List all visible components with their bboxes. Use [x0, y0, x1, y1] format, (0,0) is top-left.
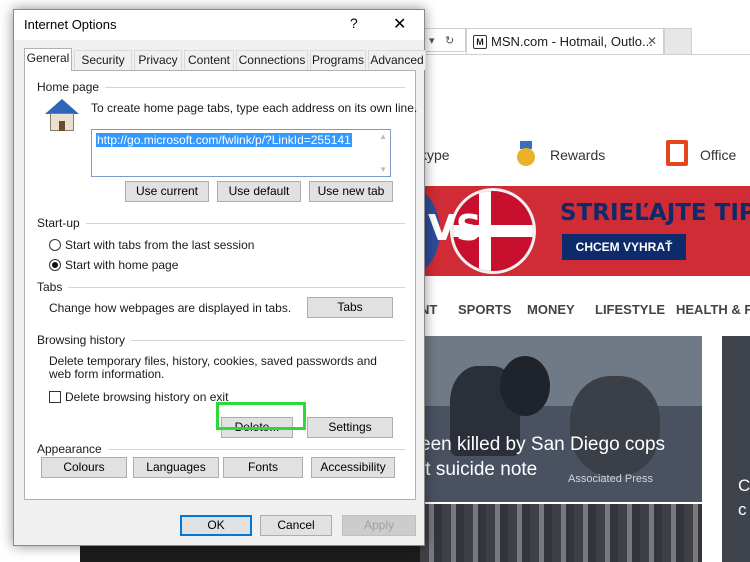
- accessibility-button[interactable]: Accessibility: [311, 457, 395, 478]
- delete-button-highlight: [216, 402, 306, 430]
- browser-tab-msn[interactable]: M MSN.com - Hotmail, Outlo... ✕: [466, 28, 664, 54]
- delete-history-on-exit-label[interactable]: Delete browsing history on exit: [65, 390, 228, 404]
- browsing-history-label: Browsing history: [37, 333, 132, 347]
- general-tab-panel: Home page To create home page tabs, type…: [24, 70, 418, 500]
- nav-item-money[interactable]: MONEY: [527, 302, 575, 317]
- apply-button[interactable]: Apply: [342, 515, 416, 536]
- use-current-button[interactable]: Use current: [125, 181, 209, 202]
- toolbar-divider: [408, 54, 750, 55]
- home-icon: [45, 99, 79, 131]
- dialog-tabs: General Security Privacy Content Connect…: [24, 48, 426, 71]
- bottom-image-strip: [80, 544, 420, 562]
- new-tab-button[interactable]: [664, 28, 692, 54]
- news-story-source: Associated Press: [568, 473, 653, 485]
- crowd-photo[interactable]: [420, 504, 702, 562]
- tabs-label: Tabs: [37, 280, 69, 294]
- startup-option-label[interactable]: Start with home page: [65, 258, 178, 272]
- use-default-button[interactable]: Use default: [217, 181, 301, 202]
- use-new-tab-button[interactable]: Use new tab: [309, 181, 393, 202]
- tab-privacy[interactable]: Privacy: [134, 50, 182, 70]
- languages-button[interactable]: Languages: [133, 457, 219, 478]
- rewards-icon: [516, 141, 536, 167]
- banner-cta-button[interactable]: CHCEM VYHRAŤ: [562, 234, 686, 260]
- office-icon: [666, 140, 688, 166]
- scroll-up-icon[interactable]: ▲: [379, 132, 387, 141]
- tab-general[interactable]: General: [24, 48, 72, 71]
- browser-tab-title: MSN.com - Hotmail, Outlo...: [491, 34, 653, 49]
- startup-home-page-radio[interactable]: [49, 259, 61, 271]
- startup-option-label[interactable]: Start with tabs from the last session: [65, 238, 254, 252]
- tab-programs[interactable]: Programs: [310, 50, 366, 70]
- startup-last-session-radio[interactable]: [49, 239, 61, 251]
- tab-close-icon[interactable]: ✕: [647, 34, 657, 48]
- delete-history-on-exit-checkbox[interactable]: [49, 391, 61, 403]
- scroll-down-icon[interactable]: ▼: [379, 165, 387, 174]
- dialog-title: Internet Options: [24, 17, 117, 32]
- home-page-label: Home page: [37, 80, 106, 94]
- side-story-text: C c: [738, 476, 750, 519]
- browsing-history-description: Delete temporary files, history, cookies…: [49, 354, 377, 381]
- internet-options-dialog: Internet Options ? ✕ General Security Pr…: [13, 9, 426, 546]
- dropdown-arrow-icon[interactable]: ▾: [429, 34, 435, 47]
- cancel-button[interactable]: Cancel: [260, 515, 332, 536]
- section-divider: [37, 223, 405, 224]
- tab-security[interactable]: Security: [74, 50, 132, 70]
- refresh-icon[interactable]: ↻: [445, 34, 454, 47]
- tabs-settings-button[interactable]: Tabs: [307, 297, 393, 318]
- help-icon[interactable]: ?: [350, 15, 358, 31]
- tabs-description: Change how webpages are displayed in tab…: [49, 301, 292, 315]
- rewards-link[interactable]: Rewards: [550, 147, 605, 163]
- side-story-card[interactable]: C c: [722, 336, 750, 562]
- tab-content[interactable]: Content: [184, 50, 234, 70]
- home-page-description: To create home page tabs, type each addr…: [91, 101, 418, 115]
- msn-nav: NT SPORTS MONEY LIFESTYLE HEALTH & F: [420, 300, 750, 322]
- office-link[interactable]: Office: [700, 147, 736, 163]
- section-divider: [37, 287, 405, 288]
- msn-header: kype Rewards Office: [420, 136, 750, 176]
- tab-connections[interactable]: Connections: [236, 50, 308, 70]
- ad-banner[interactable]: VS STRIEĽAJTE TIPY A CHCEM VYHRAŤ: [420, 186, 750, 276]
- home-page-url-value[interactable]: http://go.microsoft.com/fwlink/p/?LinkId…: [96, 133, 352, 147]
- startup-label: Start-up: [37, 216, 86, 230]
- close-icon[interactable]: ✕: [393, 14, 406, 34]
- fonts-button[interactable]: Fonts: [223, 457, 303, 478]
- banner-vs: VS: [428, 208, 482, 249]
- home-page-url-input[interactable]: http://go.microsoft.com/fwlink/p/?LinkId…: [91, 129, 391, 177]
- appearance-label: Appearance: [37, 442, 108, 456]
- nav-item-health[interactable]: HEALTH & F: [676, 302, 750, 317]
- news-story-card[interactable]: een killed by San Diego cops ft suicide …: [420, 336, 702, 502]
- colours-button[interactable]: Colours: [41, 457, 127, 478]
- dialog-titlebar[interactable]: Internet Options ? ✕: [14, 10, 424, 40]
- nav-item-sports[interactable]: SPORTS: [458, 302, 511, 317]
- nav-item-lifestyle[interactable]: LIFESTYLE: [595, 302, 665, 317]
- msn-icon: M: [473, 35, 487, 49]
- banner-headline: STRIEĽAJTE TIPY A: [560, 200, 750, 226]
- ok-button[interactable]: OK: [180, 515, 252, 536]
- history-settings-button[interactable]: Settings: [307, 417, 393, 438]
- tab-advanced[interactable]: Advanced: [368, 50, 426, 70]
